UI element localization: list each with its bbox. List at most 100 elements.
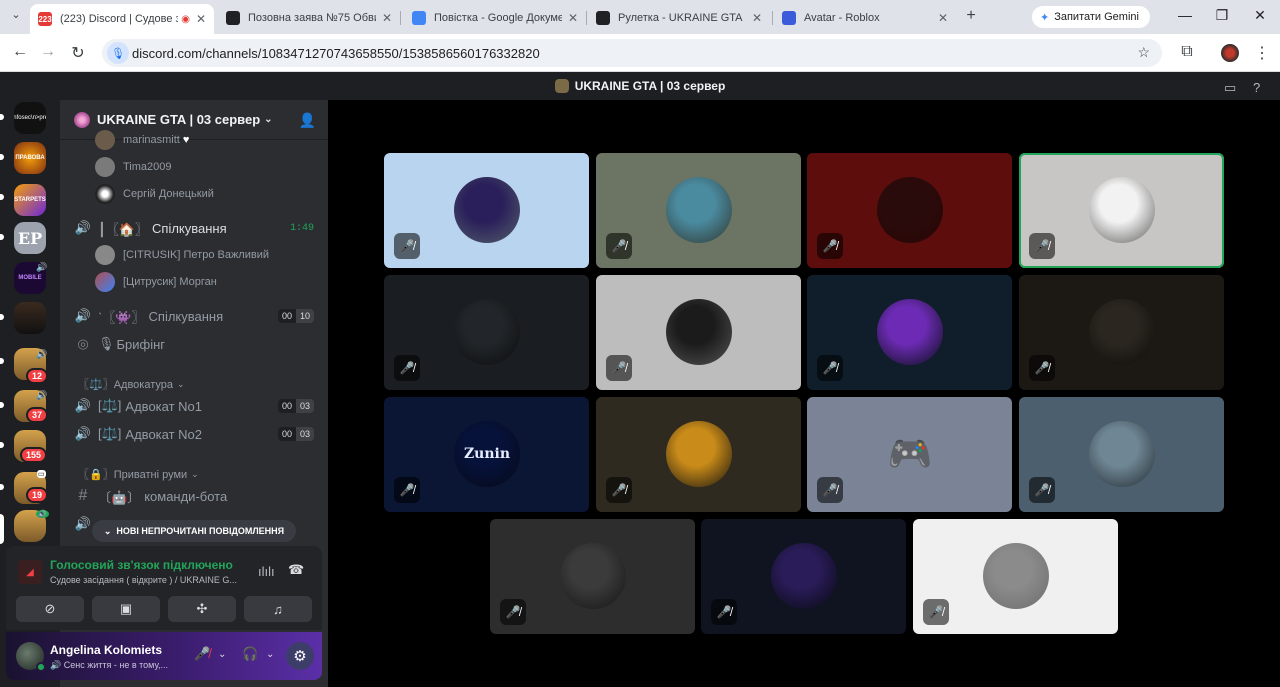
gemini-button[interactable]: ✦ Запитати Gemini <box>1032 6 1150 28</box>
voice-connection-panel: ◢ Голосовий зв'язок підключено Судове за… <box>6 546 322 630</box>
back-icon[interactable]: ← <box>10 43 30 61</box>
close-tab-icon[interactable]: ✕ <box>382 11 392 25</box>
chrome-menu-icon[interactable]: ⋮ <box>1252 43 1272 63</box>
voice-status[interactable]: Голосовий зв'язок підключено <box>50 558 233 572</box>
headphones-icon[interactable]: 🎧 <box>242 646 258 662</box>
voice-channel-advocate-2[interactable]: 🔊 [⚖️] Адвокат No2 00 03 <box>72 422 318 446</box>
add-member-icon[interactable]: 👤 <box>299 112 316 129</box>
participant-tile[interactable]: 🎤̸ <box>807 275 1012 390</box>
close-window-icon[interactable]: ✕ <box>1250 7 1270 24</box>
settings-gear-icon[interactable]: ⚙ <box>286 642 314 670</box>
camera-off-button[interactable]: ⊘ <box>16 596 84 622</box>
close-tab-icon[interactable]: ✕ <box>568 11 578 25</box>
screen-share-icon: ▣ <box>119 601 133 616</box>
new-unread-messages-bar[interactable]: ⌄ НОВІ НЕПРОЧИТАНІ ПОВІДОМЛЕННЯ <box>92 520 296 542</box>
help-icon[interactable]: ? <box>1253 80 1260 95</box>
soundboard-button[interactable]: ♫ <box>244 596 312 622</box>
voice-user[interactable]: [Цитрусик] Морган <box>95 272 217 292</box>
reload-icon[interactable]: ↻ <box>68 43 88 63</box>
participant-tile[interactable]: 🎤̸ <box>384 153 589 268</box>
tab-lawsuit[interactable]: Позовна заява №75 Обвин ✕ <box>218 4 400 32</box>
close-tab-icon[interactable]: ✕ <box>196 12 206 26</box>
participant-tile[interactable]: 🎤̸ <box>490 519 695 634</box>
participant-avatar <box>1089 421 1155 487</box>
voice-stage: 🎤̸ 🎤̸ 🎤̸ 🎤̸ 🎤̸ 🎤̸ 🎤̸ 🎤̸ Zunin 🎤̸ 🎤̸ 🎮 🎤̸ 🎤̸ 🎤̸ 🎤̸ 🎤̸ <box>328 100 1280 687</box>
user-limit-counter: 00 03 <box>277 399 314 413</box>
participant-tile[interactable]: Zunin 🎤̸ <box>384 397 589 512</box>
forward-icon[interactable]: → <box>38 43 58 61</box>
site-info-icon[interactable]: 🎙 <box>107 42 129 64</box>
close-tab-icon[interactable]: ✕ <box>938 11 948 25</box>
address-bar[interactable]: 🎙 discord.com/channels/10834712707436585… <box>102 39 1162 67</box>
participant-tile[interactable]: 🎤̸ <box>701 519 906 634</box>
chevron-down-icon[interactable]: ⌄ <box>218 649 226 660</box>
close-tab-icon[interactable]: ✕ <box>752 11 762 25</box>
unread-pill <box>0 442 4 448</box>
unread-pill <box>0 154 4 160</box>
tab-divider <box>400 11 401 25</box>
voice-channel-spilkuvannia[interactable]: 🔊 ˋ〖👾〗 Спілкування 00 10 <box>72 304 318 328</box>
server-ep[interactable]: EP <box>14 222 46 254</box>
inbox-icon[interactable]: ▭ <box>1224 80 1236 96</box>
extensions-icon[interactable]: ⧉ <box>1177 43 1197 61</box>
mic-muted-icon[interactable]: 🎤̸ <box>194 646 210 662</box>
avatar <box>95 157 115 177</box>
participant-tile[interactable]: 🎤̸ <box>596 275 801 390</box>
voice-channel-spilkuvannia-active[interactable]: 🔊 ┃〖🏠〗 Спілкування 1:49 <box>72 216 318 240</box>
tab-google-doc[interactable]: Повістка - Google Докумен ✕ <box>404 4 586 32</box>
profile-avatar[interactable] <box>1221 44 1239 62</box>
participant-tile[interactable]: 🎤̸ <box>913 519 1118 634</box>
user-limit-counter: 00 03 <box>277 427 314 441</box>
call-timer: 1:49 <box>289 222 314 234</box>
url-text: discord.com/channels/1083471270743658550… <box>132 46 540 61</box>
unread-pill <box>0 194 4 200</box>
minimize-icon[interactable]: — <box>1175 7 1195 23</box>
disconnect-icon[interactable]: ☎ <box>288 562 304 578</box>
server-starpets[interactable]: STARPETS <box>14 184 46 216</box>
chevron-down-icon[interactable]: ⌄ <box>266 649 274 660</box>
user-name[interactable]: Angelina Kolomiets <box>50 643 162 657</box>
custom-status[interactable]: 🔊 Сенс життя - не в тому,... <box>50 660 180 671</box>
tab-roblox[interactable]: Avatar - Roblox ✕ <box>774 4 956 32</box>
tab-discord[interactable]: 223 (223) Discord | Судове за ◉ ✕ <box>30 4 214 34</box>
stage-channel-briefing[interactable]: ◎ 🎙 Брифінг <box>72 332 318 356</box>
unread-pill <box>0 234 4 240</box>
category-advocacy[interactable]: 〖⚖️〗Адвокатура ⌄ <box>78 376 185 392</box>
participant-tile[interactable]: 🎤̸ <box>1019 275 1224 390</box>
participant-tile[interactable]: 🎤̸ <box>1019 397 1224 512</box>
mic-muted-icon: 🎤̸ <box>1029 355 1055 381</box>
server-infosec[interactable]: #infosec\n>prep <box>14 102 46 134</box>
tab-roulette[interactable]: Рулетка - UKRAINE GTA ✕ <box>588 4 770 32</box>
category-private-rooms[interactable]: 〖🔒〗Приватні руми ⌄ <box>78 466 199 482</box>
voice-user[interactable]: [CITRUSIK] Петро Важливий <box>95 245 269 265</box>
bookmark-star-icon[interactable]: ☆ <box>1137 44 1150 61</box>
speaker-icon: 🔊 <box>50 660 62 670</box>
voice-user[interactable]: marinasmitt ♥ <box>95 130 189 150</box>
new-tab-button[interactable]: + <box>961 7 981 25</box>
participant-tile[interactable]: 🎤̸ <box>1019 153 1224 268</box>
maximize-icon[interactable]: ❐ <box>1212 7 1232 24</box>
server-label: ПРАВОВА <box>15 155 45 161</box>
mic-muted-icon: 🎤̸ <box>394 355 420 381</box>
screen-share-button[interactable]: ▣ <box>92 596 160 622</box>
text-channel-bot-commands[interactable]: # 〔🤖〕 команди-бота <box>72 484 318 508</box>
activities-button[interactable]: ✣ <box>168 596 236 622</box>
chevron-down-icon: ⌄ <box>191 468 199 479</box>
signal-icon[interactable]: ◢ <box>18 560 42 584</box>
participant-tile[interactable]: 🎤̸ <box>596 153 801 268</box>
server-pravova[interactable]: ПРАВОВА <box>14 142 46 174</box>
tab-title: Рулетка - UKRAINE GTA <box>618 12 743 24</box>
tab-search-icon[interactable]: ⌄ <box>6 8 26 21</box>
voice-channel-advocate-1[interactable]: 🔊 [⚖️] Адвокат No1 00 03 <box>72 394 318 418</box>
noise-suppression-icon[interactable]: ılılı <box>258 564 275 579</box>
voice-user[interactable]: Сергій Донецький <box>95 184 214 204</box>
tab-divider <box>772 11 773 25</box>
participant-tile[interactable]: 🎤̸ <box>807 153 1012 268</box>
participant-tile[interactable]: 🎤̸ <box>384 275 589 390</box>
participant-tile[interactable]: 🎮 🎤̸ <box>807 397 1012 512</box>
voice-user[interactable]: Tima2009 <box>95 157 172 177</box>
participant-tile[interactable]: 🎤̸ <box>596 397 801 512</box>
voice-location[interactable]: Судове засідання ( відкрите ) / UKRAINE … <box>50 575 250 585</box>
participant-avatar <box>877 177 943 243</box>
server-mask[interactable] <box>14 302 46 334</box>
